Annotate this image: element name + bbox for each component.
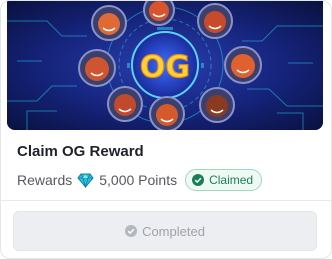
- reward-info: Rewards 5,000 Points Claimed: [17, 169, 263, 191]
- reward-title: Claim OG Reward: [17, 143, 144, 160]
- astronaut-icon: [107, 86, 143, 122]
- reward-card: OG Claim OG Reward Rewards 5,000 Points …: [0, 0, 332, 259]
- rewards-label: Rewards: [17, 172, 73, 188]
- astronaut-icon: [224, 46, 262, 84]
- og-logo-text: OG: [140, 50, 190, 85]
- completed-button-label: Completed: [142, 223, 205, 239]
- check-circle-icon: [125, 225, 138, 237]
- astronaut-icon: [91, 5, 127, 41]
- claimed-status-text: Claimed: [209, 173, 254, 187]
- completed-button[interactable]: Completed: [13, 211, 317, 251]
- reward-banner-image: OG: [7, 1, 323, 130]
- reward-points: 5,000 Points: [99, 172, 178, 188]
- astronaut-icon: [78, 49, 116, 87]
- astronaut-icon: [199, 87, 235, 123]
- astronaut-icon: [149, 96, 185, 130]
- astronaut-icon: [143, 1, 175, 26]
- claimed-status-badge: Claimed: [185, 169, 263, 191]
- card-divider: [1, 200, 331, 201]
- diamond-gem-icon: [77, 173, 94, 188]
- check-circle-icon: [192, 174, 205, 186]
- astronaut-icon: [197, 3, 233, 39]
